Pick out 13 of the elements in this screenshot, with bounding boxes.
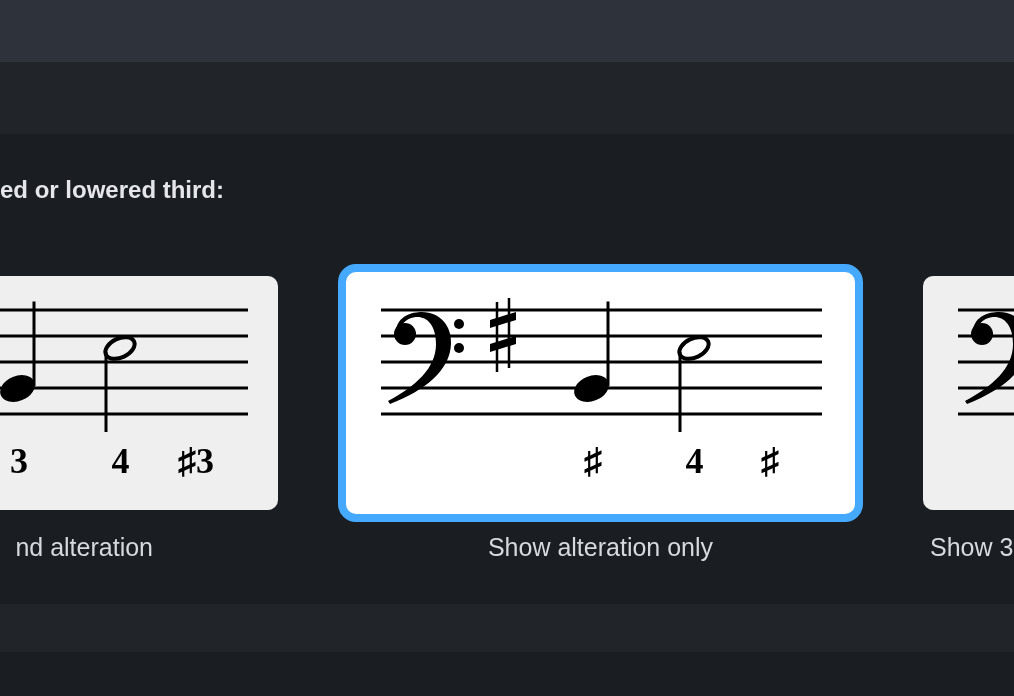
figure-text: 4 — [111, 441, 130, 481]
section-heading: ed or lowered third: — [0, 175, 224, 205]
option-card[interactable] — [923, 276, 1014, 510]
figure-text: 4 — [685, 441, 704, 481]
option-label: nd alteration — [15, 532, 153, 562]
figure-text: ♯ — [761, 441, 779, 481]
figure-text: ♯ — [584, 441, 602, 481]
figure-text: ♯3 — [178, 441, 214, 481]
option-label: Show 3 — [930, 532, 1014, 562]
option-card[interactable]: 3 4 ♯3 — [0, 276, 278, 510]
option-label: Show alteration only — [487, 532, 714, 562]
option-card[interactable]: ♯ 4 ♯ — [338, 264, 863, 522]
figure-text: 3 — [10, 441, 28, 481]
